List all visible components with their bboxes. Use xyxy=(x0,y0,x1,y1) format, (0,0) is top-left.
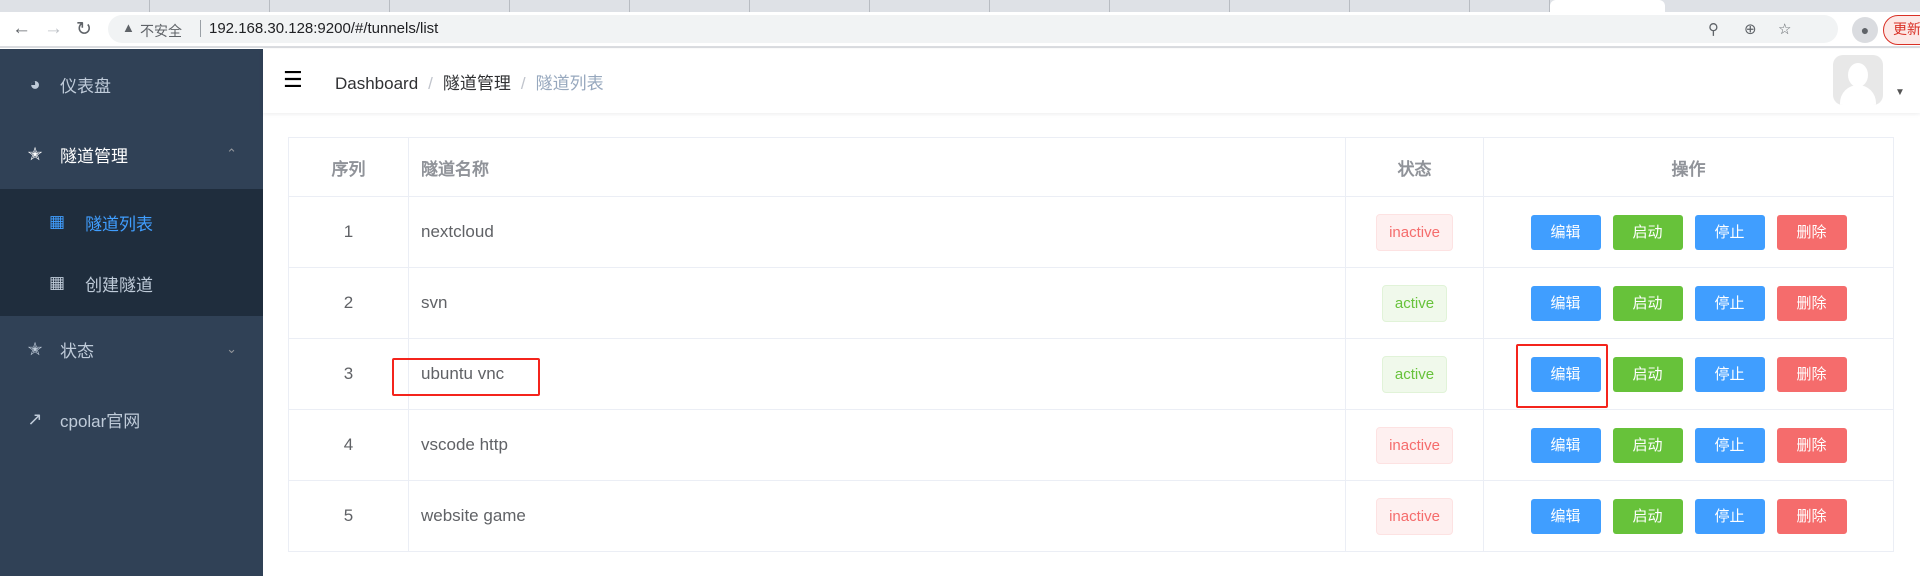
address-bar[interactable]: ▲ 不安全 192.168.30.128:9200/#/tunnels/list… xyxy=(108,15,1838,43)
breadcrumb: Dashboard / 隧道管理 / 隧道列表 xyxy=(335,74,604,93)
grid-icon: ▦ xyxy=(49,212,66,231)
submenu: ▦ 隧道列表 ▦ 创建隧道 xyxy=(0,189,263,316)
sidebar-item-label: 隧道列表 xyxy=(85,214,154,234)
edit-button[interactable]: 编辑 xyxy=(1530,214,1601,250)
status-badge: inactive xyxy=(1376,497,1453,535)
start-button[interactable]: 启动 xyxy=(1612,285,1683,321)
chevron-up-icon: ⌃ xyxy=(226,146,237,161)
sidebar: ◕ 仪表盘 ✭ 隧道管理 ⌃ ▦ 隧道列表 ▦ 创建隧道 ✭ 状态 ⌄ ↗ cp… xyxy=(0,49,263,576)
stop-button[interactable]: 停止 xyxy=(1694,285,1765,321)
row-name: ubuntu vnc xyxy=(408,338,1346,410)
table-row: 2 svn active 编辑 启动 停止 删除 xyxy=(288,267,1894,339)
table-row: 5 website game inactive 编辑 启动 停止 删除 xyxy=(288,480,1894,552)
update-label: 更新 xyxy=(1893,21,1920,37)
row-actions: 编辑 启动 停止 删除 xyxy=(1483,480,1894,552)
sidebar-item-tunnel-list[interactable]: ▦ 隧道列表 xyxy=(0,191,263,253)
sidebar-item-label: cpolar官网 xyxy=(60,411,141,431)
start-button[interactable]: 启动 xyxy=(1612,498,1683,534)
row-actions: 编辑 启动 停止 删除 xyxy=(1483,409,1894,481)
star-icon[interactable]: ☆ xyxy=(1778,20,1791,38)
row-status-cell: inactive xyxy=(1345,409,1484,481)
row-index: 2 xyxy=(288,267,409,339)
external-link-icon: ↗ xyxy=(27,408,43,429)
insecure-label: 不安全 xyxy=(140,23,182,39)
delete-button[interactable]: 删除 xyxy=(1776,498,1847,534)
start-button[interactable]: 启动 xyxy=(1612,427,1683,463)
row-name: website game xyxy=(408,480,1346,552)
sidebar-item-cpolar-site[interactable]: ↗ cpolar官网 xyxy=(0,384,263,454)
table-row: 1 nextcloud inactive 编辑 启动 停止 删除 xyxy=(288,196,1894,268)
highlight-box-name xyxy=(392,358,540,396)
header-actions: 操作 xyxy=(1483,137,1894,197)
delete-button[interactable]: 删除 xyxy=(1776,285,1847,321)
header-index: 序列 xyxy=(288,137,409,197)
row-name: vscode http xyxy=(408,409,1346,481)
forward-icon[interactable]: → xyxy=(44,18,63,40)
row-actions: 编辑 启动 停止 删除 xyxy=(1483,196,1894,268)
warning-icon: ▲ xyxy=(122,20,135,35)
grid-icon: ▦ xyxy=(49,273,66,292)
edit-button[interactable]: 编辑 xyxy=(1530,285,1601,321)
profile-icon[interactable]: ● xyxy=(1852,17,1878,43)
start-button[interactable]: 启动 xyxy=(1612,356,1683,392)
sidebar-item-label: 仪表盘 xyxy=(60,76,111,96)
sidebar-item-dashboard[interactable]: ◕ 仪表盘 xyxy=(0,49,263,119)
row-index: 5 xyxy=(288,480,409,552)
row-status-cell: inactive xyxy=(1345,480,1484,552)
edit-button[interactable]: 编辑 xyxy=(1530,427,1601,463)
dashboard-icon: ◕ xyxy=(29,73,41,94)
hamburger-icon[interactable]: ☰ xyxy=(283,67,303,93)
status-badge: inactive xyxy=(1376,213,1453,251)
status-badge: inactive xyxy=(1376,426,1453,464)
breadcrumb-dashboard[interactable]: Dashboard xyxy=(335,74,418,93)
sidebar-item-status[interactable]: ✭ 状态 ⌄ xyxy=(0,314,263,384)
row-name: svn xyxy=(408,267,1346,339)
row-name: nextcloud xyxy=(408,196,1346,268)
row-index: 3 xyxy=(288,338,409,410)
start-button[interactable]: 启动 xyxy=(1612,214,1683,250)
breadcrumb-tunnel-management: 隧道管理 xyxy=(442,74,511,93)
tunnel-table: 序列 隧道名称 状态 操作 1 nextcloud inactive 编辑 启动停… xyxy=(288,137,1894,552)
row-index: 4 xyxy=(288,409,409,481)
highlight-box-edit xyxy=(1516,344,1608,408)
table-header-row: 序列 隧道名称 状态 操作 xyxy=(288,137,1894,197)
row-index: 1 xyxy=(288,196,409,268)
sidebar-item-label: 创建隧道 xyxy=(85,275,154,295)
caret-down-icon[interactable]: ▼ xyxy=(1895,87,1905,98)
status-icon: ✭ xyxy=(27,338,43,359)
back-icon[interactable]: ← xyxy=(12,18,31,40)
stop-button[interactable]: 停止 xyxy=(1694,498,1765,534)
delete-button[interactable]: 删除 xyxy=(1776,427,1847,463)
status-badge: active xyxy=(1381,284,1448,322)
sidebar-item-label: 状态 xyxy=(60,341,94,361)
browser-toolbar: ← → ↻ ▲ 不安全 192.168.30.128:9200/#/tunnel… xyxy=(0,12,1920,64)
row-status-cell: inactive xyxy=(1345,196,1484,268)
status-badge: active xyxy=(1381,355,1448,393)
header-status: 状态 xyxy=(1345,137,1484,197)
row-status-cell: active xyxy=(1345,267,1484,339)
edit-button[interactable]: 编辑 xyxy=(1530,498,1601,534)
table-row: 4 vscode http inactive 编辑 启动 停止 删除 xyxy=(288,409,1894,481)
sidebar-item-create-tunnel[interactable]: ▦ 创建隧道 xyxy=(0,252,263,314)
delete-button[interactable]: 删除 xyxy=(1776,356,1847,392)
tunnel-icon: ✭ xyxy=(27,143,43,164)
chevron-down-icon: ⌄ xyxy=(226,341,237,356)
row-actions: 编辑 启动 停止 删除 xyxy=(1483,267,1894,339)
key-icon[interactable]: ⚲ xyxy=(1708,20,1719,38)
sidebar-item-label: 隧道管理 xyxy=(60,146,128,166)
stop-button[interactable]: 停止 xyxy=(1694,427,1765,463)
zoom-icon[interactable]: ⊕ xyxy=(1744,20,1757,38)
header-name: 隧道名称 xyxy=(408,137,1346,197)
breadcrumb-tunnel-list: 隧道列表 xyxy=(535,74,604,93)
navbar: ☰ Dashboard / 隧道管理 / 隧道列表 ▼ xyxy=(263,49,1920,113)
stop-button[interactable]: 停止 xyxy=(1694,214,1765,250)
stop-button[interactable]: 停止 xyxy=(1694,356,1765,392)
row-status-cell: active xyxy=(1345,338,1484,410)
url-text[interactable]: 192.168.30.128:9200/#/tunnels/list xyxy=(200,20,438,37)
sidebar-item-tunnel-management[interactable]: ✭ 隧道管理 ⌃ xyxy=(0,119,263,189)
reload-icon[interactable]: ↻ xyxy=(76,18,92,41)
update-button[interactable]: 更新 ⋮ xyxy=(1883,15,1920,64)
delete-button[interactable]: 删除 xyxy=(1776,214,1847,250)
avatar[interactable] xyxy=(1833,55,1883,105)
